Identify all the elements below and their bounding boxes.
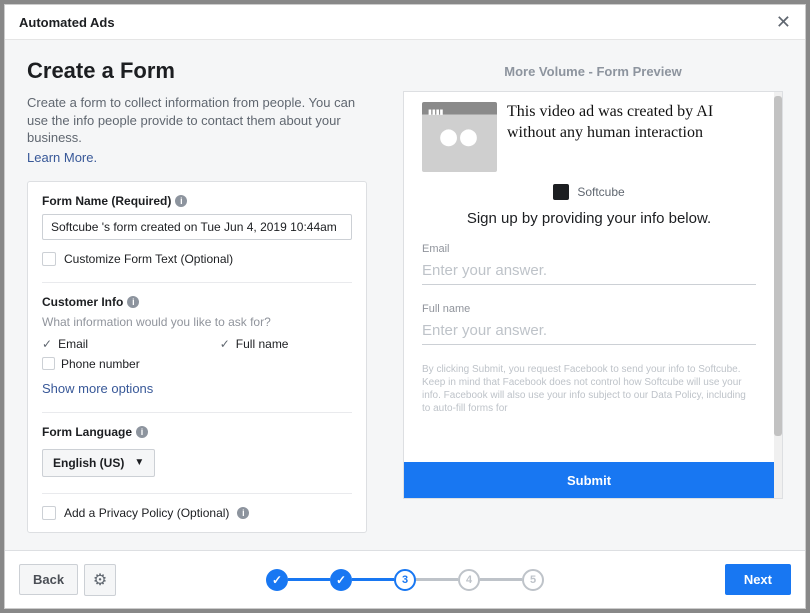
step-bar xyxy=(416,578,458,581)
preview-box: ▮▮▮▮ ⬤⬤ This video ad was created by AI … xyxy=(403,91,783,499)
step-number: 4 xyxy=(466,574,472,586)
preview-email-label: Email xyxy=(422,243,756,255)
step-bar xyxy=(352,578,394,581)
preview-fullname-label: Full name xyxy=(422,303,756,315)
checkmark-icon: ✓ xyxy=(220,337,230,351)
preview-fullname-input[interactable] xyxy=(422,317,756,345)
modal-footer: Back ⚙ ✓ ✓ 3 4 5 Next xyxy=(5,550,805,608)
divider xyxy=(42,493,352,494)
show-more-options-link[interactable]: Show more options xyxy=(42,381,352,396)
checkmark-icon: ✓ xyxy=(272,573,282,587)
brand-name: Softcube xyxy=(577,185,624,199)
automated-ads-modal: Automated Ads ✕ Create a Form Create a f… xyxy=(4,4,806,609)
step-indicator: ✓ ✓ 3 4 5 xyxy=(266,569,544,591)
option-phone[interactable]: Phone number xyxy=(42,357,140,371)
signup-heading: Sign up by providing your info below. xyxy=(422,210,756,227)
checkbox-icon[interactable] xyxy=(42,252,56,266)
step-number: 5 xyxy=(530,574,536,586)
page-subtitle: Create a form to collect information fro… xyxy=(27,94,367,147)
preview-legal-text: By clicking Submit, you request Facebook… xyxy=(422,363,756,415)
form-panel: Form Name (Required) i Customize Form Te… xyxy=(27,181,367,533)
option-fullname[interactable]: ✓ Full name xyxy=(220,337,289,351)
step-bar xyxy=(480,578,522,581)
customize-form-text-label: Customize Form Text (Optional) xyxy=(64,252,233,266)
checkmark-icon: ✓ xyxy=(336,573,346,587)
divider xyxy=(42,412,352,413)
thumbnail-graphic: ⬤⬤ xyxy=(440,127,480,147)
privacy-policy-label: Add a Privacy Policy (Optional) xyxy=(64,506,229,520)
brand-logo-icon xyxy=(553,184,569,200)
info-icon[interactable]: i xyxy=(127,296,139,308)
modal-header: Automated Ads ✕ xyxy=(5,5,805,40)
next-button[interactable]: Next xyxy=(725,564,791,595)
form-language-label-text: Form Language xyxy=(42,425,132,439)
info-icon[interactable]: i xyxy=(175,195,187,207)
preview-ad-row: ▮▮▮▮ ⬤⬤ This video ad was created by AI … xyxy=(422,102,756,172)
learn-more-link[interactable]: Learn More. xyxy=(27,150,97,165)
form-name-input[interactable] xyxy=(42,214,352,240)
checkbox-icon xyxy=(42,357,55,370)
form-language-label: Form Language i xyxy=(42,425,352,439)
step-5[interactable]: 5 xyxy=(522,569,544,591)
checkmark-icon: ✓ xyxy=(42,337,52,351)
option-email-label: Email xyxy=(58,337,88,351)
option-phone-label: Phone number xyxy=(61,357,140,371)
video-thumbnail[interactable]: ▮▮▮▮ ⬤⬤ xyxy=(422,102,497,172)
form-name-label: Form Name (Required) i xyxy=(42,194,352,208)
privacy-policy-row[interactable]: Add a Privacy Policy (Optional) i xyxy=(42,506,352,520)
ad-caption: This video ad was created by AI without … xyxy=(507,102,756,144)
customer-info-label: Customer Info i xyxy=(42,295,352,309)
preview-scrollbar[interactable] xyxy=(774,92,782,498)
option-fullname-label: Full name xyxy=(236,337,289,351)
preview-email-input[interactable] xyxy=(422,257,756,285)
step-bar xyxy=(288,578,330,581)
info-icon[interactable]: i xyxy=(237,507,249,519)
step-4[interactable]: 4 xyxy=(458,569,480,591)
form-preview-pane: More Volume - Form Preview ▮▮▮▮ ⬤⬤ This … xyxy=(389,40,805,550)
form-language-value: English (US) xyxy=(53,456,124,470)
customize-form-text-row[interactable]: Customize Form Text (Optional) xyxy=(42,252,352,266)
close-icon[interactable]: ✕ xyxy=(776,13,791,31)
step-number: 3 xyxy=(402,574,408,586)
form-language-select[interactable]: English (US) ▼ xyxy=(42,449,155,477)
modal-body: Create a Form Create a form to collect i… xyxy=(5,40,805,550)
option-email[interactable]: ✓ Email xyxy=(42,337,140,351)
step-2[interactable]: ✓ xyxy=(330,569,352,591)
checkbox-icon[interactable] xyxy=(42,506,56,520)
customer-info-options: ✓ Email Phone number ✓ Full name xyxy=(42,337,352,371)
info-icon[interactable]: i xyxy=(136,426,148,438)
form-name-label-text: Form Name (Required) xyxy=(42,194,171,208)
preview-heading: More Volume - Form Preview xyxy=(403,64,783,79)
back-button[interactable]: Back xyxy=(19,564,78,595)
customer-info-hint: What information would you like to ask f… xyxy=(42,315,352,329)
preview-content: ▮▮▮▮ ⬤⬤ This video ad was created by AI … xyxy=(404,92,774,498)
step-1[interactable]: ✓ xyxy=(266,569,288,591)
customer-info-label-text: Customer Info xyxy=(42,295,123,309)
brand-row: Softcube xyxy=(422,184,756,200)
step-3[interactable]: 3 xyxy=(394,569,416,591)
divider xyxy=(42,282,352,283)
page-title: Create a Form xyxy=(27,58,367,84)
scrollbar-thumb[interactable] xyxy=(774,96,782,436)
thumbnail-overlay: ▮▮▮▮ xyxy=(428,108,443,116)
preview-submit-button[interactable]: Submit xyxy=(404,462,774,498)
chevron-down-icon: ▼ xyxy=(134,457,144,468)
modal-title: Automated Ads xyxy=(19,15,115,30)
gear-icon[interactable]: ⚙ xyxy=(84,564,116,596)
form-config-pane: Create a Form Create a form to collect i… xyxy=(5,40,389,550)
